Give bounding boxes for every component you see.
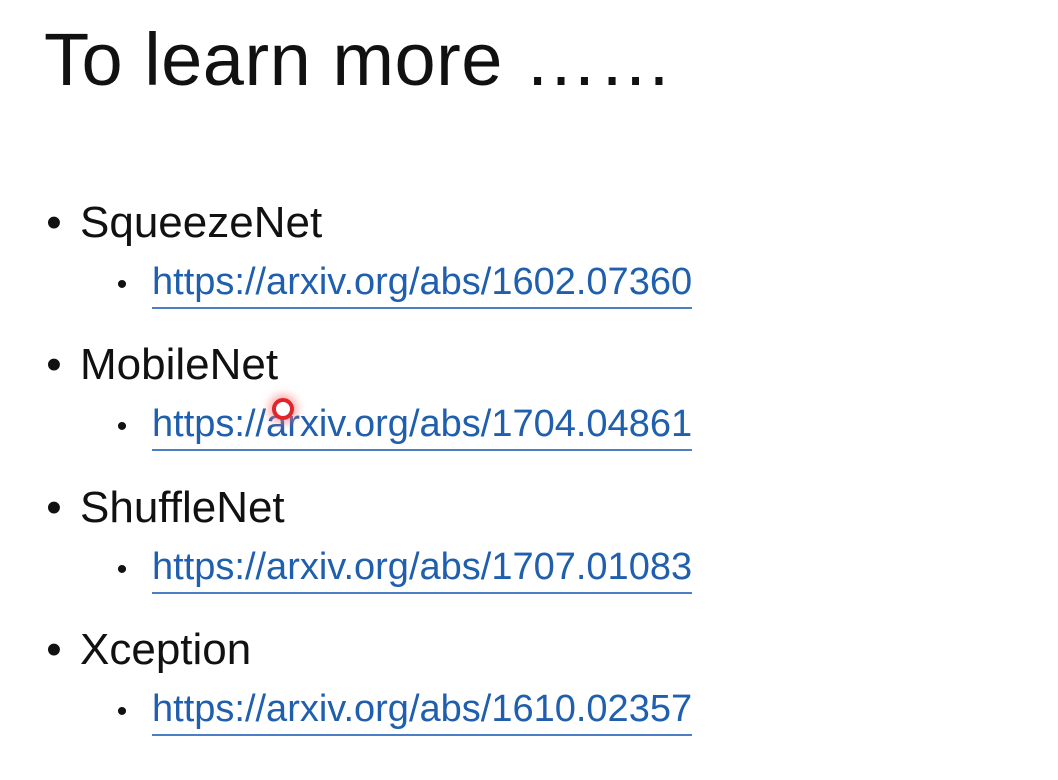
list-item-heading: • ShuffleNet — [40, 480, 940, 536]
paper-link[interactable]: https://arxiv.org/abs/1602.07360 — [152, 257, 693, 309]
list-item-xception: • Xception • https://arxiv.org/abs/1610.… — [40, 622, 940, 740]
list-item-mobilenet: • MobileNet • https://arxiv.org/abs/1704… — [40, 337, 940, 455]
bullet-dot-icon: • — [46, 625, 62, 674]
list-item-heading: • MobileNet — [40, 337, 940, 393]
slide-title: To learn more …… — [44, 18, 673, 101]
bullet-dot-icon: • — [46, 198, 62, 247]
bullet-dot-icon: • — [116, 695, 128, 728]
bullet-dot-icon: • — [46, 340, 62, 389]
bullet-dot-icon: • — [46, 483, 62, 532]
bullet-dot-icon: • — [116, 553, 128, 586]
item-label: ShuffleNet — [80, 483, 285, 532]
bullet-dot-icon: • — [116, 268, 128, 301]
sub-list-item: • https://arxiv.org/abs/1704.04861 — [40, 399, 940, 455]
slide: To learn more …… • SqueezeNet • https://… — [0, 0, 1058, 780]
list-item-heading: • Xception — [40, 622, 940, 678]
list-item-heading: • SqueezeNet — [40, 195, 940, 251]
list-item-squeezenet: • SqueezeNet • https://arxiv.org/abs/160… — [40, 195, 940, 313]
sub-list-item: • https://arxiv.org/abs/1610.02357 — [40, 684, 940, 740]
sub-list-item: • https://arxiv.org/abs/1602.07360 — [40, 257, 940, 313]
paper-link[interactable]: https://arxiv.org/abs/1707.01083 — [152, 542, 693, 594]
list-item-shufflenet: • ShuffleNet • https://arxiv.org/abs/170… — [40, 480, 940, 598]
laser-pointer-icon — [272, 398, 294, 420]
item-label: MobileNet — [80, 340, 279, 389]
sub-list-item: • https://arxiv.org/abs/1707.01083 — [40, 542, 940, 598]
paper-link[interactable]: https://arxiv.org/abs/1704.04861 — [152, 399, 693, 451]
item-label: Xception — [80, 625, 252, 674]
bullet-dot-icon: • — [116, 410, 128, 443]
item-label: SqueezeNet — [80, 198, 323, 247]
paper-link[interactable]: https://arxiv.org/abs/1610.02357 — [152, 684, 693, 736]
